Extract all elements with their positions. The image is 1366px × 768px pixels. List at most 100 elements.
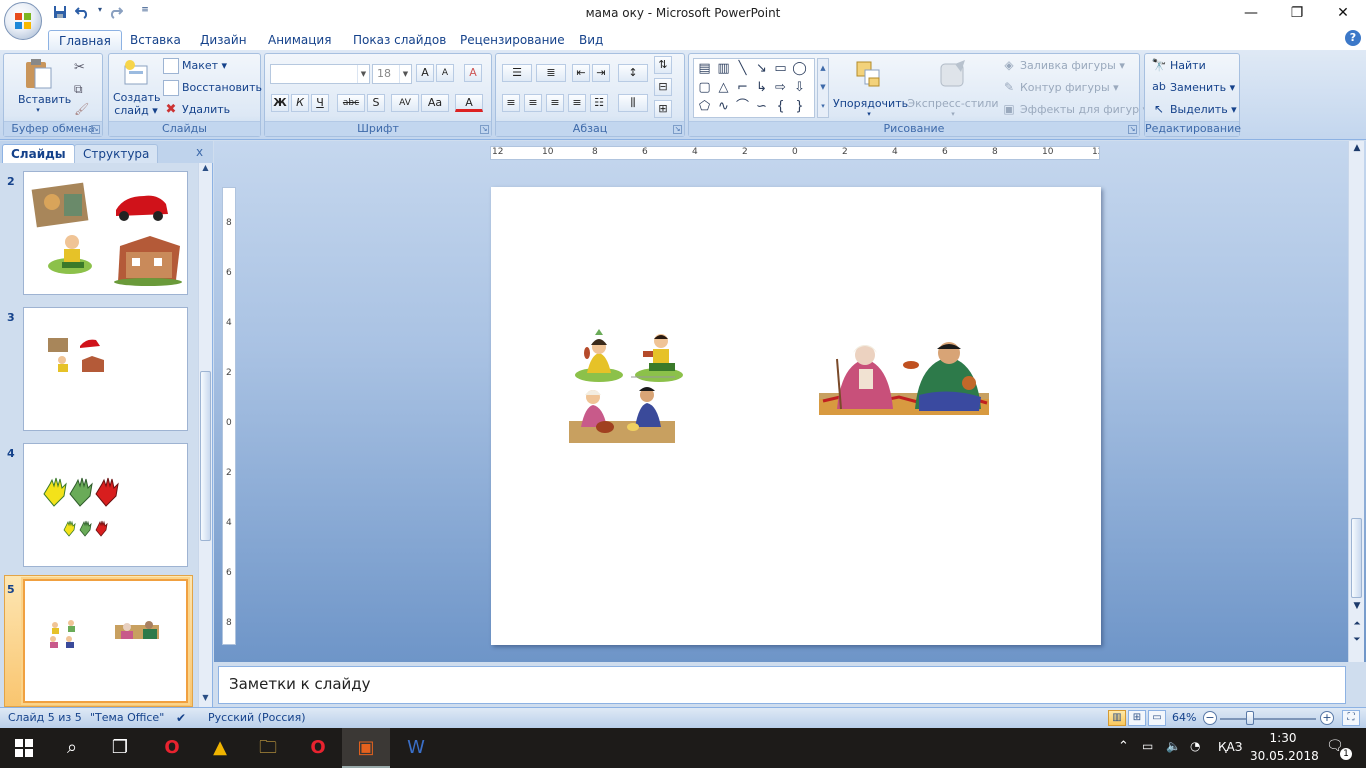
slide-sorter-icon[interactable]: ⊞ — [1128, 710, 1146, 726]
distributed-button[interactable]: ☷ — [590, 94, 608, 112]
clipboard-launcher-icon[interactable]: ↘ — [91, 125, 100, 134]
slide-thumbnail-4[interactable] — [23, 443, 188, 567]
bullets-button[interactable]: ☰ — [502, 64, 532, 82]
drawing-launcher-icon[interactable]: ↘ — [1128, 125, 1137, 134]
fit-to-window-icon[interactable]: ⛶ — [1342, 710, 1360, 726]
columns-button[interactable]: ⫼ — [618, 94, 648, 112]
bold-button[interactable]: Ж — [271, 94, 289, 112]
align-text-button[interactable]: ⊟ — [654, 78, 672, 96]
tab-review[interactable]: Рецензирование — [450, 30, 575, 50]
right-arrow-shape-icon[interactable]: ⇨ — [772, 80, 789, 97]
zoom-slider-track[interactable] — [1220, 718, 1316, 720]
shape-effects-button[interactable]: ▣Эффекты для фигур ▾ — [1001, 102, 1148, 118]
office-button[interactable] — [4, 2, 42, 40]
windows-start-icon[interactable] — [0, 728, 48, 768]
scroll-thumb[interactable] — [1351, 518, 1362, 598]
language-indicator[interactable]: Русский (Россия) — [208, 711, 306, 724]
cut-icon[interactable]: ✂ — [74, 60, 85, 75]
quick-styles-button[interactable]: Экспресс-стили ▾ — [907, 58, 999, 118]
zoom-slider-thumb[interactable] — [1246, 711, 1254, 725]
paste-button[interactable]: Вставить ▾ — [18, 58, 71, 118]
down-arrow-shape-icon[interactable]: ⇩ — [791, 80, 808, 97]
scroll-up-icon[interactable]: ▲ — [1349, 141, 1365, 155]
tab-slideshow[interactable]: Показ слайдов — [343, 30, 456, 50]
align-left-button[interactable]: ≡ — [502, 94, 520, 112]
grow-font-button[interactable]: A — [416, 64, 434, 82]
justify-button[interactable]: ≡ — [568, 94, 586, 112]
font-color-button[interactable]: A — [455, 94, 483, 112]
scribble-shape-icon[interactable]: ∿ — [715, 99, 732, 116]
align-right-button[interactable]: ≡ — [546, 94, 564, 112]
minimize-button[interactable]: — — [1228, 0, 1274, 28]
slide-thumbnail-5[interactable] — [21, 577, 190, 705]
slideshow-view-icon[interactable]: ▭ — [1148, 710, 1166, 726]
replace-button[interactable]: ab Заменить ▾ — [1151, 80, 1235, 96]
vertical-textbox-shape-icon[interactable]: ▥ — [715, 61, 732, 78]
editor-scrollbar[interactable]: ▲ ▼ ⏶ ⏷ — [1348, 141, 1364, 662]
search-icon[interactable]: ⌕ — [48, 728, 96, 768]
tab-home[interactable]: Главная — [48, 30, 122, 50]
increase-indent-button[interactable]: ⇥ — [592, 64, 610, 82]
tab-view[interactable]: Вид — [569, 30, 613, 50]
normal-view-icon[interactable]: ▥ — [1108, 710, 1126, 726]
show-hidden-icons[interactable]: ⌃ — [1118, 739, 1129, 754]
shrink-font-button[interactable]: A — [436, 64, 454, 82]
elbow-connector-shape-icon[interactable]: ⌐ — [734, 80, 751, 97]
format-painter-icon[interactable]: 🖌 — [74, 102, 89, 116]
elbow-arrow-shape-icon[interactable]: ↳ — [753, 80, 770, 97]
tab-slides-pane[interactable]: Слайды — [2, 144, 75, 163]
shadow-button[interactable]: S — [367, 94, 385, 112]
tab-design[interactable]: Дизайн — [190, 30, 257, 50]
close-button[interactable]: ✕ — [1320, 0, 1366, 28]
previous-slide-icon[interactable]: ⏶ — [1349, 617, 1365, 631]
slides-pane-scrollbar[interactable]: ▲ ▼ — [198, 163, 212, 707]
text-direction-button[interactable]: ⇅ — [654, 56, 672, 74]
underline-button[interactable]: Ч — [311, 94, 329, 112]
scroll-up-icon[interactable]: ▲ — [199, 163, 212, 177]
close-pane-icon[interactable]: x — [196, 145, 203, 159]
keyboard-language[interactable]: ҚАЗ — [1218, 740, 1242, 754]
opera-window-icon[interactable]: O — [294, 728, 342, 768]
shapes-gallery-scroll[interactable]: ▲ ▼ ▾ — [817, 58, 829, 118]
undo-dropdown-icon[interactable]: ▾ — [92, 5, 108, 21]
new-slide-button[interactable]: Создать слайд ▾ — [113, 58, 161, 117]
zoom-level[interactable]: 64% — [1172, 711, 1196, 724]
font-size-combo[interactable]: 18 ▼ — [372, 64, 412, 84]
delete-slide-button[interactable]: ✖ Удалить — [163, 102, 231, 118]
oval-shape-icon[interactable]: ◯ — [791, 61, 808, 78]
tab-outline-pane[interactable]: Структура — [74, 144, 159, 163]
scroll-down-icon[interactable]: ▼ — [199, 693, 212, 707]
textbox-shape-icon[interactable]: ▤ — [696, 61, 713, 78]
help-icon[interactable]: ? — [1345, 30, 1361, 46]
word-taskbar-icon[interactable]: W — [392, 728, 440, 768]
slide-thumbnail-3[interactable] — [23, 307, 188, 431]
arrange-button[interactable]: Упорядочить ▾ — [833, 58, 908, 118]
clear-format-button[interactable]: A — [464, 64, 482, 82]
battery-icon[interactable]: ▭ — [1142, 739, 1153, 753]
file-explorer-icon[interactable]: 🗀 — [244, 728, 292, 768]
rectangle-shape-icon[interactable]: ▭ — [772, 61, 789, 78]
theme-name[interactable]: "Тема Office" — [90, 711, 164, 724]
freeform-shape-icon[interactable]: ⬠ — [696, 99, 713, 116]
curve-shape-icon[interactable]: ∽ — [753, 99, 770, 116]
opera-icon[interactable]: O — [148, 728, 196, 768]
font-family-combo[interactable]: ▼ — [270, 64, 370, 84]
restore-button[interactable]: ❐ — [1274, 0, 1320, 28]
line-spacing-button[interactable]: ↕ — [618, 64, 648, 82]
powerpoint-taskbar-icon[interactable]: ▣ — [342, 728, 390, 768]
copy-icon[interactable]: ⧉ — [74, 82, 83, 97]
layout-button[interactable]: Макет ▾ — [163, 58, 227, 74]
right-brace-shape-icon[interactable]: } — [791, 99, 808, 116]
network-icon[interactable]: ◔ — [1190, 739, 1200, 753]
volume-icon[interactable]: 🔈 — [1166, 739, 1181, 753]
tab-animation[interactable]: Анимация — [258, 30, 341, 50]
tab-insert[interactable]: Вставка — [120, 30, 191, 50]
app-triangle-icon[interactable]: ▲ — [196, 728, 244, 768]
decrease-indent-button[interactable]: ⇤ — [572, 64, 590, 82]
redo-icon[interactable] — [108, 5, 124, 21]
slide-thumbnail-2[interactable] — [23, 171, 188, 295]
strikethrough-button[interactable]: abc — [337, 94, 365, 112]
zoom-in-icon[interactable]: + — [1320, 711, 1334, 725]
family-group-picture[interactable] — [569, 327, 691, 447]
find-button[interactable]: 🔭 Найти — [1151, 58, 1206, 74]
